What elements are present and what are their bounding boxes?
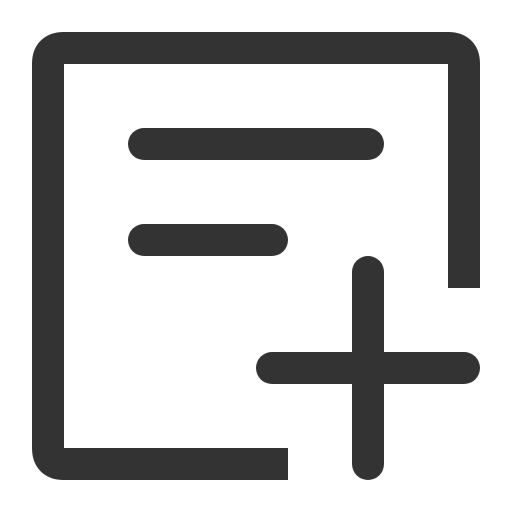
- add-note-icon: [0, 0, 512, 512]
- add-note-svg: [32, 32, 480, 480]
